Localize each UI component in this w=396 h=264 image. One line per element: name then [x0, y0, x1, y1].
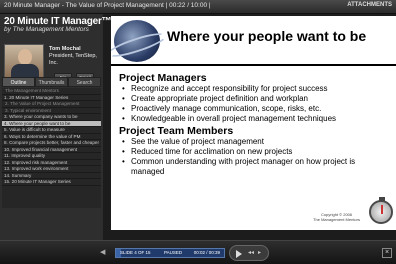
presenter-name: Tom Mochal — [49, 46, 81, 52]
tab-outline[interactable]: Outline — [2, 77, 35, 87]
title-bar: 20 Minute Manager - The Value of Project… — [0, 0, 396, 14]
bullet: Knowledgeable in overall project managem… — [119, 114, 389, 124]
playback-time: 00:02 / 00:39 — [193, 250, 220, 255]
bullet: See the value of project management — [119, 137, 389, 147]
section-title: Project Managers — [119, 72, 207, 84]
outline-item[interactable]: 15. 20 Minute IT Manager Series — [2, 179, 101, 186]
slide-canvas: Where your people want to be Project Man… — [111, 16, 396, 230]
presenter-role: President, TenStep, Inc. — [49, 53, 97, 66]
playback-status: PAUSED — [164, 250, 183, 255]
globe-icon — [111, 20, 169, 62]
tab-thumbnails[interactable]: Thumbnails — [35, 77, 68, 87]
attachments-button[interactable]: ATTACHMENTS — [347, 2, 392, 8]
slide-heading: Where your people want to be — [167, 28, 367, 44]
sidebar: 20 Minute IT Manager™ by The Management … — [0, 14, 112, 258]
copyright-notice: Copyright © 2006 The Management Mentors — [313, 212, 360, 222]
presenter-info: Tom Mochal President, TenStep, Inc. — [49, 46, 103, 67]
bullet: Reduced time for acclimation on new proj… — [119, 147, 389, 157]
progress-bar[interactable]: SLIDE 4 OF 15 PAUSED 00:02 / 00:39 — [115, 248, 225, 258]
next-icon[interactable]: ▸ — [258, 249, 261, 256]
brand: 20 Minute IT Manager™ by The Management … — [4, 16, 112, 33]
copyright-line-2: The Management Mentors — [313, 217, 360, 222]
player-controls: ◀ SLIDE 4 OF 15 PAUSED 00:02 / 00:39 ◂◂ … — [0, 240, 396, 264]
sidebar-tabs: Outline Thumbnails Search — [2, 77, 101, 87]
playback-buttons: ◂◂ ▸ — [229, 245, 269, 261]
header-rule — [111, 64, 396, 66]
play-icon[interactable] — [236, 250, 242, 258]
bullet: Recognize and accept responsibility for … — [119, 84, 389, 94]
bullet: Proactively manage communication, scope,… — [119, 104, 389, 114]
bullet: Common understanding with project manage… — [119, 157, 389, 177]
tab-search[interactable]: Search — [68, 77, 101, 87]
stopwatch-icon — [369, 197, 393, 224]
previous-icon[interactable]: ◂◂ — [248, 249, 254, 256]
outline-list: The Management Mentors 1. 20 Minute IT M… — [2, 88, 101, 208]
section-title: Project Team Members — [119, 125, 234, 137]
slide-header: Where your people want to be — [111, 16, 396, 66]
close-button[interactable]: × — [382, 248, 392, 258]
brand-subtitle: by The Management Mentors — [4, 26, 89, 33]
bullet: Create appropriate project definition an… — [119, 94, 389, 104]
window-title: 20 Minute Manager - The Value of Project… — [4, 2, 211, 9]
presenter-photo — [4, 44, 44, 78]
slide-counter: SLIDE 4 OF 15 — [120, 250, 151, 255]
slide-content: Project Managers Recognize and accept re… — [119, 71, 389, 177]
volume-icon[interactable]: ◀ — [100, 248, 108, 258]
